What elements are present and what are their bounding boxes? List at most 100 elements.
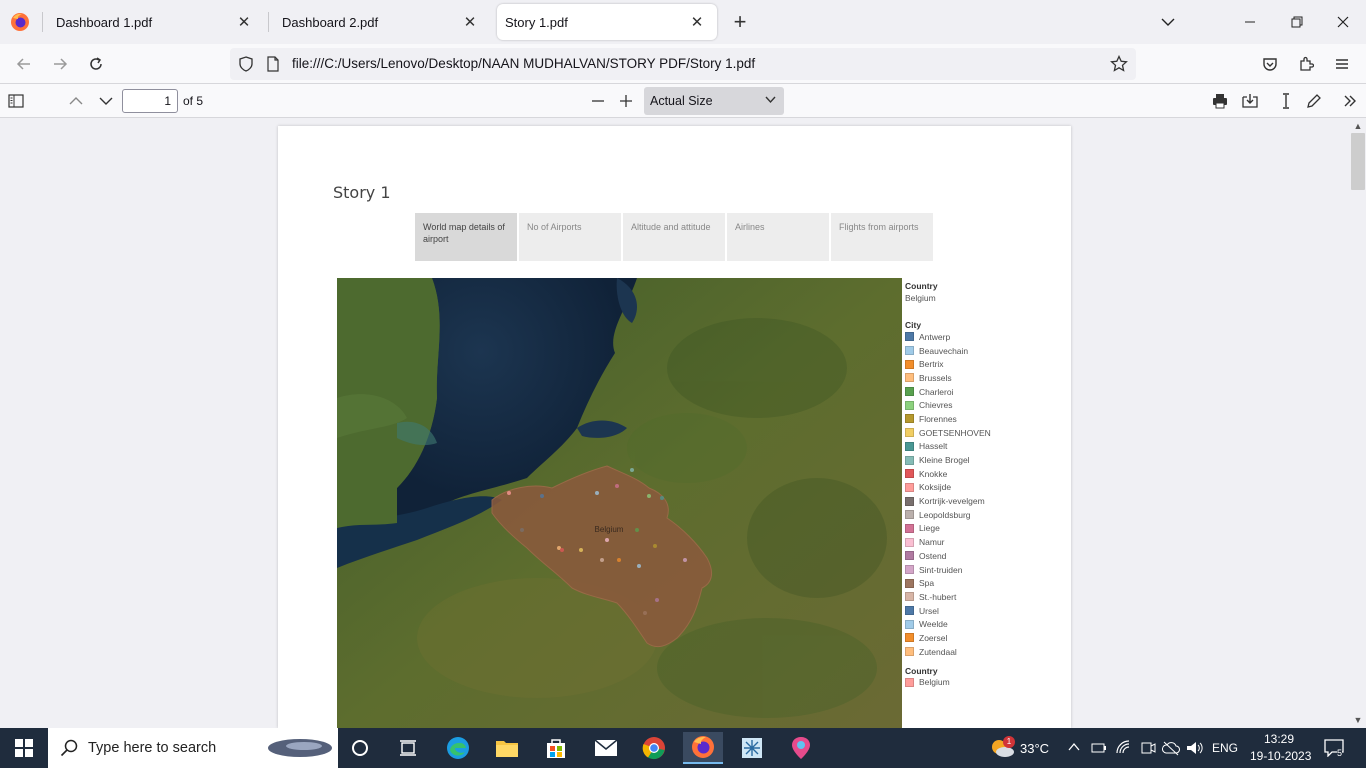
meet-now-icon[interactable] [1140, 740, 1156, 756]
weather-temperature[interactable]: 33°C [1020, 741, 1049, 756]
notification-count: 5 [1337, 748, 1343, 758]
tab-title: Dashboard 1.pdf [56, 14, 153, 30]
legend-city-item: Zoersel [905, 631, 1055, 645]
chrome-button[interactable] [634, 732, 674, 764]
cloud-offline-icon[interactable] [1162, 740, 1180, 756]
maps-app-button[interactable] [781, 732, 821, 764]
page-icon[interactable] [266, 56, 280, 72]
bookmark-star-icon[interactable] [1110, 55, 1128, 73]
cortana-button[interactable] [340, 732, 380, 764]
zoom-out-button[interactable] [586, 89, 610, 113]
legend-city-item: Weelde [905, 617, 1055, 631]
legend-label: Ostend [919, 550, 947, 561]
tab-dashboard-1[interactable]: Dashboard 1.pdf ✕ [42, 4, 264, 40]
tab-story-1[interactable]: Story 1.pdf ✕ [497, 4, 717, 40]
scroll-down-arrow[interactable]: ▼ [1352, 714, 1364, 726]
pocket-button[interactable] [1258, 52, 1282, 76]
zoom-in-button[interactable] [614, 89, 638, 113]
legend-city-item: GOETSENHOVEN [905, 426, 1055, 440]
reload-button[interactable] [84, 52, 108, 76]
language-indicator[interactable]: ENG [1212, 741, 1238, 755]
taskbar-search-box[interactable]: Type here to search [48, 728, 338, 768]
legend-city-item: Namur [905, 535, 1055, 549]
app-menu-button[interactable] [1330, 52, 1354, 76]
print-button[interactable] [1208, 89, 1232, 113]
snipping-app-button[interactable] [732, 732, 772, 764]
store-bag-icon [547, 739, 565, 758]
puzzle-icon [1300, 56, 1314, 71]
draw-tool-button[interactable] [1302, 89, 1326, 113]
legend-label: GOETSENHOVEN [919, 427, 991, 438]
new-tab-button[interactable]: + [728, 9, 752, 34]
map-country-label: Belgium [595, 525, 624, 534]
legend-city-item: Knokke [905, 467, 1055, 481]
legend-label: Beauvechain [919, 345, 969, 356]
shield-icon[interactable] [238, 56, 254, 72]
story-tab-no-of-airports: No of Airports [519, 213, 621, 261]
legend-city-item: Spa [905, 576, 1055, 590]
legend-heading-city: City [905, 320, 922, 330]
tab-dashboard-2[interactable]: Dashboard 2.pdf ✕ [268, 4, 490, 40]
download-icon [1242, 94, 1258, 108]
legend-country-item: Belgium [905, 676, 1055, 690]
legend-city-item: Chievres [905, 398, 1055, 412]
page-number-input[interactable] [122, 89, 178, 113]
url-bar[interactable]: file:///C:/Users/Lenovo/Desktop/NAAN MUD… [230, 48, 1136, 80]
legend-city-item: Liege [905, 522, 1055, 536]
legend-country-value: Belgium [905, 293, 936, 303]
story-tab-world-map: World map details of airport [415, 213, 517, 261]
text-tool-button[interactable] [1274, 89, 1298, 113]
file-explorer-button[interactable] [487, 732, 527, 764]
mail-button[interactable] [586, 732, 626, 764]
legend-swatch [905, 633, 914, 643]
scrollbar-thumb[interactable] [1351, 133, 1365, 190]
start-button[interactable] [4, 732, 44, 764]
legend-label: Hasselt [919, 441, 948, 452]
legend-label: Belgium [919, 677, 950, 688]
legend-label: Knokke [919, 468, 948, 479]
close-icon[interactable]: ✕ [462, 14, 478, 31]
page-count-label: of 5 [183, 94, 204, 108]
windows-logo-icon [15, 739, 33, 757]
firefox-icon[interactable] [10, 12, 30, 32]
clock-date[interactable]: 19-10-2023 [1250, 749, 1311, 763]
more-tools-button[interactable] [1338, 89, 1362, 113]
task-view-button[interactable] [388, 732, 428, 764]
restore-button[interactable] [1283, 8, 1311, 36]
volume-icon[interactable] [1186, 740, 1204, 756]
vertical-scrollbar[interactable] [1350, 118, 1366, 728]
back-button[interactable] [12, 52, 36, 76]
firefox-taskbar-button[interactable] [683, 732, 723, 764]
legend-label: Liege [919, 523, 940, 534]
chevron-down-icon [99, 97, 113, 105]
previous-page-button[interactable] [64, 89, 88, 113]
sidebar-toggle-button[interactable] [4, 89, 28, 113]
legend-swatch [905, 537, 914, 547]
legend-city-item: Ursel [905, 604, 1055, 618]
clock-time[interactable]: 13:29 [1264, 732, 1294, 746]
forward-button[interactable] [48, 52, 72, 76]
wifi-icon[interactable] [1116, 740, 1132, 756]
legend-label: Spa [919, 578, 935, 589]
next-page-button[interactable] [94, 89, 118, 113]
zoom-select[interactable]: Actual Size [644, 87, 784, 115]
extensions-button[interactable] [1294, 52, 1318, 76]
list-tabs-button[interactable] [1154, 8, 1182, 36]
scroll-up-arrow[interactable]: ▲ [1352, 120, 1364, 132]
hamburger-menu-icon [1336, 59, 1348, 69]
close-icon[interactable]: ✕ [236, 14, 252, 31]
plus-icon [620, 95, 632, 107]
chevron-up-icon[interactable] [1068, 742, 1080, 752]
close-icon[interactable]: ✕ [689, 14, 705, 31]
url-text[interactable]: file:///C:/Users/Lenovo/Desktop/NAAN MUD… [292, 56, 755, 71]
pdf-page[interactable]: Story 1 World map details of airport No … [278, 126, 1071, 728]
legend-swatch [905, 510, 914, 520]
close-window-button[interactable] [1329, 8, 1357, 36]
story-tab-altitude: Altitude and attitude [623, 213, 725, 261]
pocket-icon [1263, 58, 1277, 71]
save-button[interactable] [1238, 89, 1262, 113]
edge-taskbar-button[interactable] [438, 732, 478, 764]
battery-icon[interactable] [1091, 741, 1107, 755]
store-button[interactable] [536, 732, 576, 764]
minimize-button[interactable] [1236, 8, 1264, 36]
